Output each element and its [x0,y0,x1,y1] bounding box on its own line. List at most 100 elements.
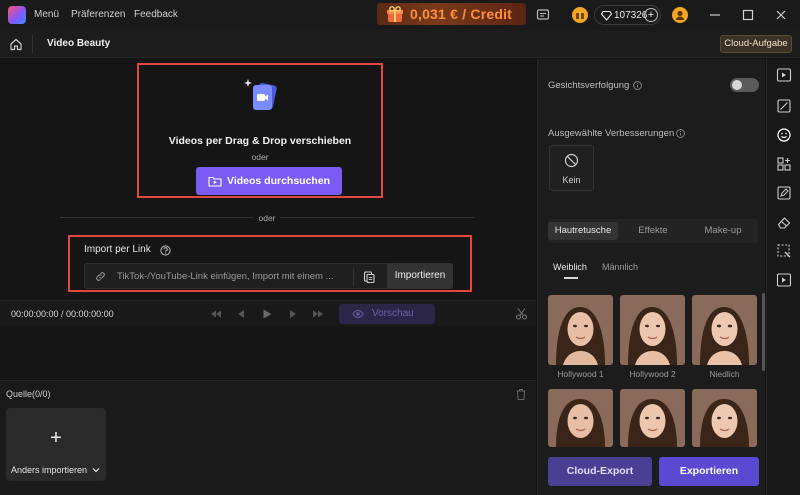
credit-banner[interactable]: 0,031 € / Credit [377,3,526,25]
preset-name: Niedlich [709,369,740,379]
page-title: Video Beauty [47,38,111,49]
link-url-input[interactable] [117,268,349,285]
preset-cute[interactable]: Niedlich [692,295,757,383]
sub-header: Video Beauty Cloud-Aufgabe [0,30,800,58]
face-tracking-toggle[interactable] [730,78,759,92]
timecode: 00:00:00:00 / 00:00:00:00 [11,309,114,319]
preset-name: Hollywood 1 [557,369,604,379]
preset-hollywood-2[interactable]: Hollywood 2 [620,295,685,383]
link-input-container: Importieren [84,263,453,289]
link-import-title: Import per Link [84,244,151,255]
help-icon[interactable] [160,245,171,256]
other-import-tile[interactable]: + Anders importieren [6,408,106,481]
preset-thumbnail [548,295,613,365]
drop-or-text: oder [251,152,269,162]
video-export-icon[interactable] [776,272,792,288]
drop-zone[interactable]: Videos per Drag & Drop verschieben oder … [137,63,383,198]
preset-name: Hollywood 2 [629,369,676,379]
no-enhancement-label: Kein [562,175,581,185]
preset-scrollbar[interactable] [762,293,765,371]
tab-effects[interactable]: Effekte [618,222,688,240]
edit-icon[interactable] [776,185,792,201]
close-icon[interactable] [774,8,788,22]
eye-icon [352,309,364,319]
gift-icon[interactable] [572,7,588,23]
chat-icon[interactable] [536,8,550,22]
skip-start-icon[interactable] [210,308,222,320]
tab-makeup[interactable]: Make-up [688,222,758,240]
diamond-icon [601,10,612,21]
play-icon[interactable] [261,308,273,320]
separator-line-left [60,217,254,218]
add-icon: + [50,427,62,449]
scissors-icon[interactable] [515,307,528,320]
gift-box-icon [387,6,403,22]
folder-play-icon [208,176,222,187]
home-icon[interactable] [9,37,23,51]
skip-end-icon[interactable] [312,308,324,320]
preview-button[interactable]: Vorschau [339,304,435,324]
other-import-label: Anders importieren [11,465,88,475]
cloud-task-button[interactable]: Cloud-Aufgabe [720,35,792,53]
divider [353,268,354,286]
menu-item-preferences[interactable]: Präferenzen [71,9,125,20]
face-beauty-icon[interactable] [776,127,792,143]
preset-thumbnail [620,295,685,365]
import-link-button[interactable]: Importieren [387,263,453,289]
source-title: Quelle(0/0) [6,389,51,399]
preset-thumbnail [692,295,757,365]
selected-enhancements-label: Ausgewählte Verbesserungen [548,128,675,139]
separator-or-text: oder [258,213,276,223]
next-frame-icon[interactable] [287,308,299,320]
face-tracking-label: Gesichtsverfolgung [548,80,630,91]
toggle-knob [732,80,742,90]
menu-item-feedback[interactable]: Feedback [134,9,178,20]
info-icon[interactable] [676,129,685,138]
timeline-area [0,326,536,379]
avatar[interactable] [672,7,688,23]
browse-videos-button[interactable]: Videos durchsuchen [196,167,342,195]
app-logo-icon [8,6,26,24]
preset-thumbnail [620,389,685,447]
preset-thumbnail [548,389,613,447]
add-diamonds-button[interactable]: + [644,8,658,22]
menu-item-menu[interactable]: Menü [34,9,59,20]
grid-add-icon[interactable] [776,156,792,172]
preset-item[interactable] [548,389,613,449]
none-icon [564,153,579,168]
cloud-export-button[interactable]: Cloud-Export [548,457,652,486]
tool-rail [766,59,800,495]
preset-hollywood-1[interactable]: Hollywood 1 [548,295,613,383]
minimize-icon[interactable] [708,8,722,22]
export-button[interactable]: Exportieren [659,457,759,486]
info-icon[interactable] [633,81,642,90]
crop-icon[interactable] [776,98,792,114]
diamond-balance[interactable]: 107326 + [594,5,661,25]
paste-icon[interactable] [362,270,376,284]
previous-frame-icon[interactable] [235,308,247,320]
diamond-count: 107326 [614,10,648,21]
title-bar: Menü Präferenzen Feedback 0,031 € / Cred… [0,0,800,30]
magic-select-icon[interactable] [776,243,792,259]
tab-female[interactable]: Weiblich [553,262,587,272]
preset-thumbnail [692,389,757,447]
tab-male[interactable]: Männlich [602,262,638,272]
tab-skin-retouch[interactable]: Hautretusche [548,222,618,240]
source-panel: Quelle(0/0) + Anders importieren [0,380,536,495]
trash-icon[interactable] [515,388,527,401]
video-enhance-icon[interactable] [776,67,792,83]
chevron-down-icon[interactable] [92,467,100,473]
maximize-icon[interactable] [741,8,755,22]
eraser-icon[interactable] [776,214,792,230]
preset-item[interactable] [620,389,685,449]
divider [32,35,33,53]
browse-videos-label: Videos durchsuchen [227,175,331,187]
preset-item[interactable] [692,389,757,449]
separator-line-right [280,217,474,218]
link-import-section: Import per Link Importieren [68,235,472,292]
no-enhancement-tile[interactable]: Kein [549,145,594,191]
preview-label: Vorschau [372,308,414,319]
beauty-settings-panel: Gesichtsverfolgung Ausgewählte Verbesser… [537,59,765,495]
link-icon [96,272,105,281]
video-files-icon [244,79,277,110]
